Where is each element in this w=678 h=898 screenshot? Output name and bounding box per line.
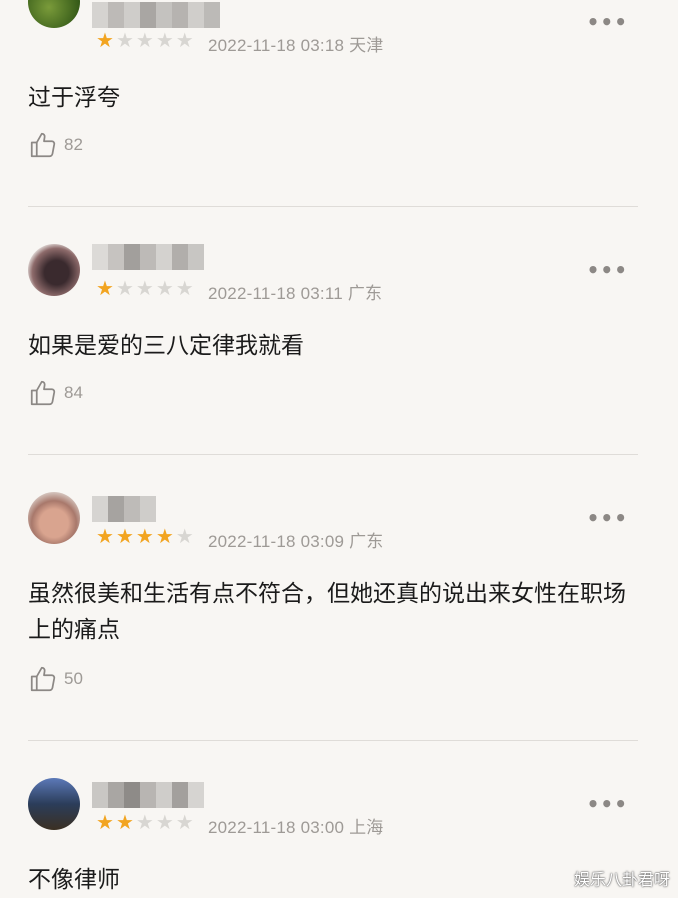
star-icon: ★ — [155, 524, 174, 548]
review-content: 如果是爱的三八定律我就看 — [28, 333, 304, 359]
review-content: 不像律师 — [28, 867, 120, 893]
star-icon: ★ — [96, 810, 114, 834]
star-icon: ★ — [175, 524, 194, 548]
thumbs-up-icon — [30, 666, 56, 692]
like-button[interactable]: 82 — [28, 130, 83, 160]
star-icon: ★ — [155, 28, 174, 52]
like-count: 82 — [64, 135, 83, 154]
star-icon: ★ — [135, 28, 154, 52]
avatar[interactable] — [28, 244, 80, 296]
rating-stars: ★ ★ ★ ★ ★ — [96, 526, 194, 546]
star-icon: ★ — [175, 28, 194, 52]
avatar[interactable] — [28, 778, 80, 830]
divider — [28, 454, 638, 455]
review-content: 虽然很美和生活有点不符合，但她还真的说出来女性在职场上的痛点 — [28, 581, 626, 643]
avatar[interactable] — [28, 0, 80, 28]
star-icon: ★ — [96, 276, 114, 300]
username-blurred[interactable] — [92, 244, 204, 270]
more-dots-icon[interactable]: ••• — [587, 506, 628, 530]
star-icon: ★ — [135, 276, 154, 300]
star-icon: ★ — [155, 276, 174, 300]
star-icon: ★ — [155, 810, 174, 834]
star-icon: ★ — [115, 810, 134, 834]
avatar[interactable] — [28, 492, 80, 544]
more-dots-icon[interactable]: ••• — [587, 10, 628, 34]
rating-stars: ★ ★ ★ ★ ★ — [96, 812, 194, 832]
review-meta: 2022-11-18 03:09 广东 — [208, 532, 384, 551]
like-button[interactable]: 50 — [28, 664, 83, 694]
username-blurred[interactable] — [92, 496, 156, 522]
watermark: 娱乐八卦君呀 — [573, 870, 670, 889]
like-count: 84 — [64, 383, 83, 402]
rating-stars: ★ ★ ★ ★ ★ — [96, 30, 194, 50]
review-content: 过于浮夸 — [28, 85, 120, 111]
divider — [28, 740, 638, 741]
like-count: 50 — [64, 669, 83, 688]
divider — [28, 206, 638, 207]
star-icon: ★ — [96, 28, 114, 52]
review-meta: 2022-11-18 03:00 上海 — [208, 818, 384, 837]
thumbs-up-icon — [30, 380, 56, 406]
star-icon: ★ — [175, 810, 194, 834]
star-icon: ★ — [175, 276, 194, 300]
star-icon: ★ — [135, 810, 154, 834]
more-dots-icon[interactable]: ••• — [587, 258, 628, 282]
rating-stars: ★ ★ ★ ★ ★ — [96, 278, 194, 298]
more-dots-icon[interactable]: ••• — [587, 792, 628, 816]
review-meta: 2022-11-18 03:11 广东 — [208, 284, 383, 303]
star-icon: ★ — [115, 28, 134, 52]
username-blurred[interactable] — [92, 782, 204, 808]
username-blurred[interactable] — [92, 2, 220, 28]
thumbs-up-icon — [30, 132, 56, 158]
star-icon: ★ — [115, 524, 134, 548]
star-icon: ★ — [115, 276, 134, 300]
like-button[interactable]: 84 — [28, 378, 83, 408]
star-icon: ★ — [135, 524, 154, 548]
review-meta: 2022-11-18 03:18 天津 — [208, 36, 384, 55]
star-icon: ★ — [96, 524, 114, 548]
